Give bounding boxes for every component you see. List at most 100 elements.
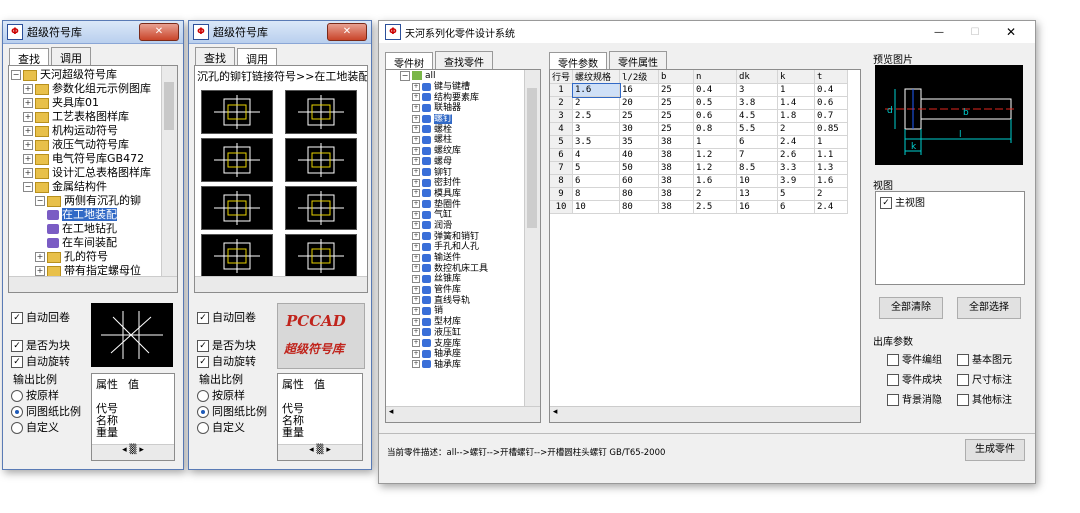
table-cell[interactable]: 0.5	[693, 96, 738, 110]
table-cell[interactable]: 50	[619, 161, 660, 175]
table-cell[interactable]: 4.5	[736, 109, 779, 123]
table-cell[interactable]: 1.2	[693, 161, 738, 175]
tab-part-attrs[interactable]: 零件属性	[609, 51, 667, 71]
expand-icon[interactable]: +	[412, 157, 420, 166]
expand-icon[interactable]: +	[412, 168, 420, 176]
expand-icon[interactable]: +	[412, 360, 420, 369]
part-tree-item[interactable]: + 键与键槽	[386, 82, 540, 93]
part-tree-item[interactable]: + 垫圈件	[386, 200, 540, 211]
table-cell[interactable]: 80	[619, 200, 660, 214]
tree-item[interactable]: + 夹具库01	[11, 96, 177, 110]
grid-header[interactable]: b	[658, 70, 695, 84]
table-cell[interactable]: 1	[693, 135, 738, 149]
table-cell[interactable]: 2.5	[693, 200, 738, 214]
part-tree-item[interactable]: + 直线导轨	[386, 296, 540, 307]
table-cell[interactable]: 5	[550, 135, 574, 149]
part-tree-item[interactable]: + 螺栓	[386, 125, 540, 136]
collapse-icon[interactable]: −	[23, 182, 33, 192]
table-cell[interactable]: 1.2	[693, 148, 738, 162]
table-cell[interactable]: 2.6	[777, 148, 816, 162]
table-cell[interactable]: 1	[550, 83, 574, 97]
part-tree-item[interactable]: + 结构要素库	[386, 93, 540, 104]
table-cell[interactable]: 1.6	[693, 174, 738, 188]
table-cell[interactable]: 38	[658, 174, 695, 188]
symbol-thumbnail[interactable]	[201, 186, 273, 230]
table-row[interactable]: 4 3 30 25 0.8 5.5 2 0.85	[550, 122, 849, 136]
part-tree-item[interactable]: + 数控机床工具	[386, 264, 540, 275]
expand-icon[interactable]: +	[23, 140, 33, 150]
expand-icon[interactable]: +	[23, 84, 33, 94]
grid-header[interactable]: l/2级	[619, 70, 660, 84]
table-row[interactable]: 5 3.5 35 38 1 6 2.4 1	[550, 135, 849, 149]
table-cell[interactable]: 7	[736, 148, 779, 162]
table-cell[interactable]: 2	[693, 187, 738, 201]
expand-icon[interactable]: +	[35, 252, 45, 262]
expand-icon[interactable]: +	[412, 242, 420, 251]
auto-roll-checkbox[interactable]: ✓ 自动回卷	[11, 309, 70, 325]
table-cell[interactable]: 0.4	[693, 83, 738, 97]
part-tree-item[interactable]: + 型材库	[386, 317, 540, 328]
part-tree-item[interactable]: + 螺纹库	[386, 146, 540, 157]
close-button[interactable]: ✕	[993, 25, 1029, 39]
table-row[interactable]: 8 6 60 38 1.6 10 3.9 1.6	[550, 174, 849, 188]
expand-icon[interactable]: +	[412, 317, 420, 326]
table-cell[interactable]: 1.4	[777, 96, 816, 110]
table-cell[interactable]: 9	[550, 187, 574, 201]
opt-part-group[interactable]: 零件编组	[887, 351, 942, 366]
part-tree-item[interactable]: + 轴承库	[386, 360, 540, 371]
part-tree-item[interactable]: + 联轴器	[386, 103, 540, 114]
table-cell[interactable]: 10	[572, 200, 621, 214]
part-tree-item[interactable]: + 手孔和人孔	[386, 242, 540, 253]
auto-rotate-checkbox[interactable]: ✓ 自动旋转	[197, 353, 256, 369]
part-tree-item[interactable]: + 销	[386, 306, 540, 317]
prop-hscroll[interactable]: ◂ ▒ ▸	[92, 444, 174, 460]
tree-root[interactable]: − all	[386, 70, 540, 82]
table-cell[interactable]: 30	[619, 122, 660, 136]
expand-icon[interactable]: +	[412, 349, 420, 358]
grid-header[interactable]: n	[693, 70, 738, 84]
table-cell[interactable]: 1	[777, 83, 816, 97]
table-cell[interactable]: 10	[736, 174, 779, 188]
table-cell[interactable]: 0.8	[693, 122, 738, 136]
part-tree-item[interactable]: + 螺柱	[386, 135, 540, 146]
tree-item[interactable]: 在工地装配	[11, 208, 177, 222]
grid-header[interactable]: 行号	[550, 70, 574, 84]
expand-icon[interactable]: +	[412, 189, 420, 198]
table-cell[interactable]: 6	[736, 135, 779, 149]
view-main-checkbox[interactable]: ✓ 主视图	[880, 194, 925, 209]
opt-dimension[interactable]: 尺寸标注	[957, 371, 1012, 386]
table-cell[interactable]: 4	[572, 148, 621, 162]
table-cell[interactable]: 5	[572, 161, 621, 175]
table-row[interactable]: 9 8 80 38 2 13 5 2	[550, 187, 849, 201]
table-cell[interactable]: 3.8	[736, 96, 779, 110]
table-cell[interactable]: 8	[550, 174, 574, 188]
expand-icon[interactable]: +	[412, 253, 420, 262]
symbol-thumbnail[interactable]	[201, 138, 273, 182]
tree-item[interactable]: 在车间装配	[11, 236, 177, 250]
tree-item[interactable]: + 设计汇总表格图样库	[11, 166, 177, 180]
generate-part-button[interactable]: 生成零件	[965, 439, 1025, 461]
expand-icon[interactable]: +	[412, 178, 420, 187]
table-cell[interactable]: 25	[619, 109, 660, 123]
table-row[interactable]: 7 5 50 38 1.2 8.5 3.3 1.3	[550, 161, 849, 175]
table-cell[interactable]: 25	[658, 122, 695, 136]
scale-option-original[interactable]: 按原样	[11, 387, 59, 403]
table-cell[interactable]: 3.5	[572, 135, 621, 149]
scale-option-drawing[interactable]: 同图纸比例	[197, 403, 267, 419]
close-button[interactable]: ✕	[327, 23, 367, 41]
auto-roll-checkbox[interactable]: ✓ 自动回卷	[197, 309, 256, 325]
expand-icon[interactable]: +	[412, 146, 420, 155]
table-cell[interactable]: 2.4	[777, 135, 816, 149]
tree-item[interactable]: − 两侧有沉孔的铆	[11, 194, 177, 208]
expand-icon[interactable]: +	[412, 93, 420, 102]
table-cell[interactable]: 3	[550, 109, 574, 123]
part-tree-item[interactable]: + 模具库	[386, 189, 540, 200]
table-cell[interactable]: 0.4	[814, 83, 849, 97]
grid-header[interactable]: t	[814, 70, 849, 84]
table-cell[interactable]: 8.5	[736, 161, 779, 175]
table-cell[interactable]: 1.1	[814, 148, 849, 162]
opt-part-block[interactable]: 零件成块	[887, 371, 942, 386]
expand-icon[interactable]: +	[412, 82, 420, 91]
tree-item[interactable]: + 液压气动符号库	[11, 138, 177, 152]
symbol-thumbnail[interactable]	[285, 186, 357, 230]
